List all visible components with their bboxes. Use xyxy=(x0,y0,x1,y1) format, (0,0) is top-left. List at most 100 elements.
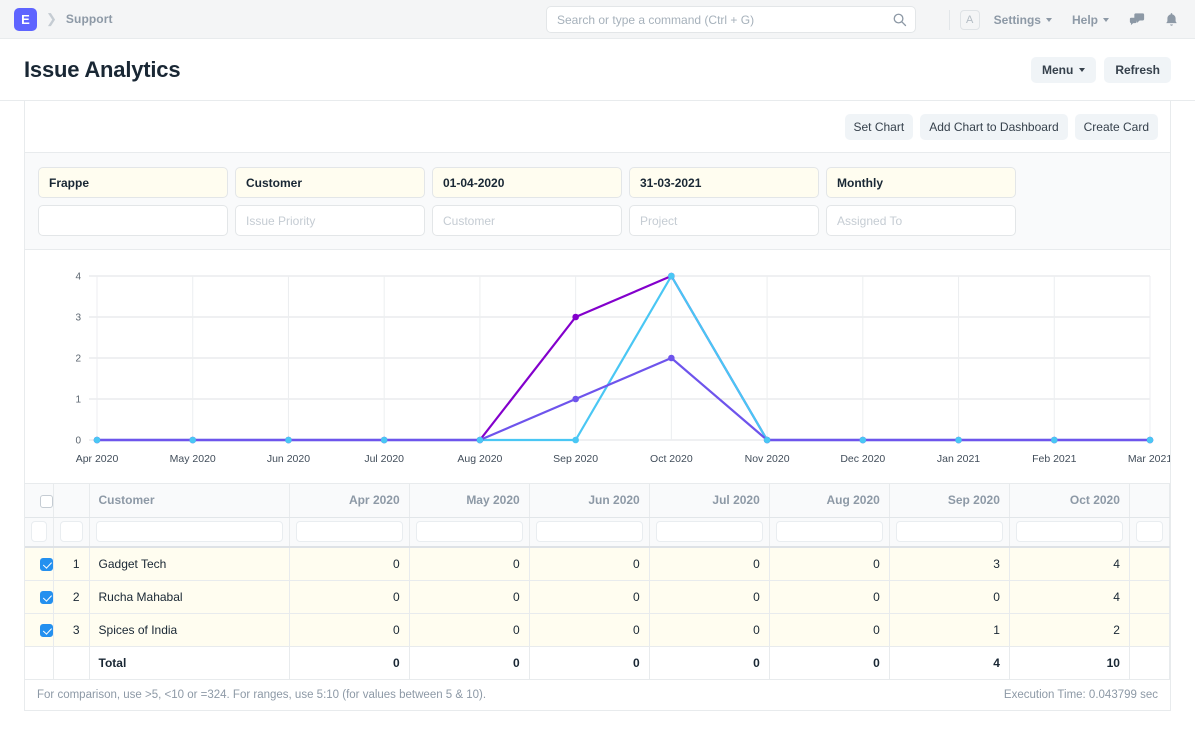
cell-value: 0 xyxy=(409,580,530,614)
x-axis-tick-label: Sep 2020 xyxy=(553,453,598,465)
breadcrumb[interactable]: Support xyxy=(66,12,113,26)
filter-project[interactable] xyxy=(629,205,819,237)
cell-filter-aug-2020[interactable] xyxy=(775,521,883,543)
cell-value: 2 xyxy=(1009,613,1130,647)
bell-icon[interactable] xyxy=(1164,12,1179,28)
report-table: Customer Apr 2020 May 2020 Jun 2020 Jul … xyxy=(25,484,1170,680)
filter-based-on[interactable] xyxy=(235,167,425,199)
chart-data-point xyxy=(572,313,579,321)
column-header-apr-2020[interactable]: Apr 2020 xyxy=(289,484,410,518)
filter-assigned-to[interactable] xyxy=(826,205,1016,237)
filter-customer[interactable] xyxy=(432,205,622,237)
row-select-cell[interactable] xyxy=(25,580,54,614)
filter-status[interactable] xyxy=(38,205,228,237)
chart-data-point xyxy=(955,436,962,444)
cell-overflow xyxy=(1129,547,1170,581)
table-total-row: Total 0 0 0 0 0 4 10 xyxy=(25,646,1170,680)
filter-cell-select xyxy=(25,517,54,549)
cell-filter-jun-2020[interactable] xyxy=(535,521,643,543)
filter-company[interactable] xyxy=(38,167,228,199)
column-header-oct-2020[interactable]: Oct 2020 xyxy=(1009,484,1130,518)
row-select-cell[interactable] xyxy=(25,547,54,581)
table-head: Customer Apr 2020 May 2020 Jun 2020 Jul … xyxy=(25,484,1170,549)
cell-customer: Spices of India xyxy=(89,613,290,647)
chevron-down-icon xyxy=(1045,17,1052,22)
navbar-right: A Settings Help xyxy=(948,0,1181,39)
select-all-header[interactable] xyxy=(25,484,54,518)
total-select-cell xyxy=(25,646,54,680)
menu-button[interactable]: Menu xyxy=(1030,56,1097,83)
cell-filter-jul-2020[interactable] xyxy=(655,521,763,543)
column-header-jul-2020[interactable]: Jul 2020 xyxy=(649,484,770,518)
cell-value: 0 xyxy=(289,580,410,614)
report-panel: Set Chart Add Chart to Dashboard Create … xyxy=(24,101,1171,711)
y-axis-tick-label: 1 xyxy=(75,395,81,406)
filter-to-date[interactable] xyxy=(629,167,819,199)
filter-issue-priority[interactable] xyxy=(235,205,425,237)
line-chart: 0 1 2 3 4 Apr 2020 May 2020 Jun 2020 Jul 2020 Aug… xyxy=(25,250,1170,485)
chevron-right-icon: ❯ xyxy=(46,11,57,26)
column-header-overflow xyxy=(1129,484,1170,518)
cell-customer: Gadget Tech xyxy=(89,547,290,581)
row-index-header xyxy=(53,484,90,518)
cell-value: 0 xyxy=(409,613,530,647)
avatar[interactable]: A xyxy=(959,9,980,30)
filter-range[interactable] xyxy=(826,167,1016,199)
column-header-sep-2020[interactable]: Sep 2020 xyxy=(889,484,1010,518)
filter-from-date[interactable] xyxy=(432,167,622,199)
row-checkbox[interactable] xyxy=(39,558,52,572)
chat-icon[interactable] xyxy=(1129,12,1145,28)
table-row[interactable]: 3 Spices of India 0 0 0 0 0 1 2 xyxy=(25,613,1170,647)
total-value: 0 xyxy=(649,646,770,680)
x-axis-tick-label: May 2020 xyxy=(170,453,216,465)
row-index: 2 xyxy=(53,580,90,614)
table-row[interactable]: 1 Gadget Tech 0 0 0 0 0 3 4 xyxy=(25,547,1170,581)
add-chart-to-dashboard-button[interactable]: Add Chart to Dashboard xyxy=(920,114,1068,141)
app-logo[interactable]: E xyxy=(14,7,37,31)
row-checkbox[interactable] xyxy=(39,590,52,604)
cell-filter-apr-2020[interactable] xyxy=(295,521,403,543)
y-axis-tick-label: 4 xyxy=(75,272,81,283)
cell-value: 0 xyxy=(289,547,410,581)
column-header-may-2020[interactable]: May 2020 xyxy=(409,484,530,518)
total-value: 4 xyxy=(889,646,1010,680)
chart-data-point xyxy=(1146,436,1154,444)
cell-filter-oct-2020[interactable] xyxy=(1015,521,1123,543)
create-card-button[interactable]: Create Card xyxy=(1074,114,1158,141)
cell-value: 0 xyxy=(409,547,530,581)
page-header: Issue Analytics Menu Refresh xyxy=(0,39,1195,101)
filter-cell-may xyxy=(409,517,530,549)
cell-value: 0 xyxy=(529,580,650,614)
select-all-checkbox[interactable] xyxy=(39,494,52,508)
search-icon[interactable] xyxy=(892,12,907,27)
column-header-aug-2020[interactable]: Aug 2020 xyxy=(769,484,890,518)
cell-filter-overflow[interactable] xyxy=(1135,521,1163,543)
table-row[interactable]: 2 Rucha Mahabal 0 0 0 0 0 0 4 xyxy=(25,580,1170,614)
settings-menu[interactable]: Settings xyxy=(994,13,1052,27)
cell-filter-sep-2020[interactable] xyxy=(895,521,1003,543)
cell-filter-select[interactable] xyxy=(31,521,47,543)
cell-filter-may-2020[interactable] xyxy=(415,521,523,543)
content-area: Set Chart Add Chart to Dashboard Create … xyxy=(0,101,1195,711)
refresh-button[interactable]: Refresh xyxy=(1104,56,1171,83)
column-header-customer[interactable]: Customer xyxy=(89,484,290,518)
page-title: Issue Analytics xyxy=(24,56,181,82)
filter-cell-customer xyxy=(89,517,290,549)
search-input[interactable] xyxy=(546,6,916,33)
cell-filter-index[interactable] xyxy=(59,521,83,543)
y-axis-tick-label: 3 xyxy=(75,313,81,324)
x-axis-tick-label: Mar 2021 xyxy=(1128,453,1170,465)
filter-cell-jul xyxy=(649,517,770,549)
row-select-cell[interactable] xyxy=(25,613,54,647)
cell-filter-customer[interactable] xyxy=(95,521,283,543)
row-checkbox[interactable] xyxy=(39,623,52,637)
column-header-jun-2020[interactable]: Jun 2020 xyxy=(529,484,650,518)
set-chart-button[interactable]: Set Chart xyxy=(844,114,914,141)
help-label: Help xyxy=(1071,12,1098,27)
cell-value: 0 xyxy=(289,613,410,647)
x-axis-tick-label: Feb 2021 xyxy=(1032,453,1077,465)
help-menu[interactable]: Help xyxy=(1072,13,1109,27)
total-value: 0 xyxy=(409,646,530,680)
nav-divider xyxy=(948,9,950,30)
filter-cell-oct xyxy=(1009,517,1130,549)
